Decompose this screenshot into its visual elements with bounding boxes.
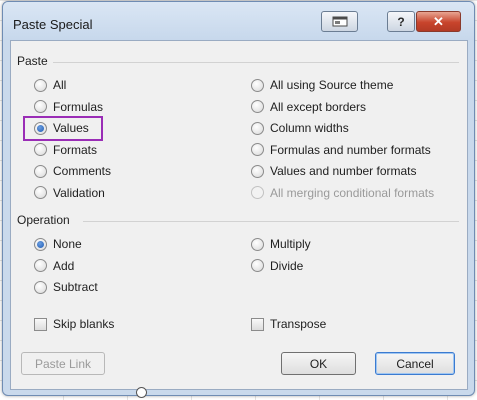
radio-button[interactable] bbox=[34, 78, 47, 92]
option-label: Subtract bbox=[53, 280, 98, 294]
option-label: All using Source theme bbox=[270, 78, 394, 92]
radio-button[interactable] bbox=[34, 259, 47, 272]
option-label: None bbox=[53, 237, 82, 251]
cancel-button[interactable]: Cancel bbox=[375, 352, 455, 375]
radio-button[interactable] bbox=[34, 237, 47, 251]
option-label: All bbox=[53, 78, 67, 92]
restore-button[interactable] bbox=[321, 11, 358, 32]
radio-button[interactable] bbox=[34, 280, 47, 294]
option-label: Formulas and number formats bbox=[270, 142, 431, 157]
paste-option-all-except-borders[interactable]: All except borders bbox=[251, 100, 366, 114]
skip-blanks-label: Skip blanks bbox=[53, 317, 115, 331]
checkbox-box[interactable] bbox=[34, 317, 47, 331]
paste-special-dialog: Paste Special ? ✕ Paste All Formulas Value… bbox=[2, 1, 475, 396]
resize-handle[interactable] bbox=[136, 387, 147, 398]
paste-option-column-widths[interactable]: Column widths bbox=[251, 121, 349, 135]
option-label: All merging conditional formats bbox=[270, 185, 435, 200]
paste-link-button[interactable]: Paste Link bbox=[21, 352, 105, 375]
paste-option-formulas[interactable]: Formulas bbox=[34, 100, 103, 114]
close-button[interactable]: ✕ bbox=[416, 11, 461, 32]
transpose-label: Transpose bbox=[270, 317, 327, 331]
values-highlight-box bbox=[23, 116, 103, 141]
radio-button[interactable] bbox=[34, 100, 47, 113]
operation-group-divider bbox=[83, 221, 459, 222]
option-label: Divide bbox=[270, 258, 304, 273]
radio-button[interactable] bbox=[251, 259, 264, 272]
operation-group-label: Operation bbox=[17, 213, 70, 227]
radio-button[interactable] bbox=[251, 164, 264, 178]
skip-blanks-checkbox[interactable]: Skip blanks bbox=[34, 317, 114, 331]
paste-group-label: Paste bbox=[17, 54, 48, 68]
operation-option-add[interactable]: Add bbox=[34, 259, 74, 273]
radio-button bbox=[251, 186, 264, 199]
radio-button[interactable] bbox=[251, 237, 264, 251]
operation-option-none[interactable]: None bbox=[34, 237, 82, 251]
paste-option-all-merging-conditional-formats: All merging conditional formats bbox=[251, 186, 434, 200]
operation-option-divide[interactable]: Divide bbox=[251, 259, 303, 273]
radio-button[interactable] bbox=[251, 78, 264, 92]
radio-button[interactable] bbox=[251, 121, 264, 135]
paste-option-all-using-source-theme[interactable]: All using Source theme bbox=[251, 78, 393, 92]
option-label: Multiply bbox=[270, 237, 311, 251]
radio-button[interactable] bbox=[34, 143, 47, 156]
paste-option-comments[interactable]: Comments bbox=[34, 164, 111, 178]
paste-option-formulas-and-number-formats[interactable]: Formulas and number formats bbox=[251, 143, 431, 157]
option-label: Formulas bbox=[53, 99, 104, 114]
help-button[interactable]: ? bbox=[387, 11, 415, 32]
paste-option-formats[interactable]: Formats bbox=[34, 143, 97, 157]
option-label: Add bbox=[53, 258, 75, 273]
paste-option-validation[interactable]: Validation bbox=[34, 186, 105, 200]
window-icon bbox=[332, 16, 347, 27]
transpose-checkbox[interactable]: Transpose bbox=[251, 317, 326, 331]
operation-option-subtract[interactable]: Subtract bbox=[34, 280, 98, 294]
radio-button[interactable] bbox=[34, 164, 47, 178]
title-bar[interactable]: Paste Special ? ✕ bbox=[3, 2, 474, 40]
option-label: Values and number formats bbox=[270, 164, 417, 178]
radio-button[interactable] bbox=[34, 186, 47, 199]
paste-option-all[interactable]: All bbox=[34, 78, 66, 92]
paste-option-values-and-number-formats[interactable]: Values and number formats bbox=[251, 164, 417, 178]
option-label: Comments bbox=[53, 164, 112, 178]
radio-button[interactable] bbox=[251, 143, 264, 156]
dialog-title: Paste Special bbox=[13, 17, 93, 32]
option-label: All except borders bbox=[270, 99, 367, 114]
checkbox-box[interactable] bbox=[251, 317, 264, 331]
option-label: Column widths bbox=[270, 121, 349, 135]
dialog-content: Paste All Formulas Values Formats Comments Va… bbox=[10, 40, 468, 390]
option-label: Formats bbox=[53, 142, 98, 157]
radio-button[interactable] bbox=[251, 100, 264, 113]
paste-group-divider bbox=[53, 62, 459, 63]
ok-button[interactable]: OK bbox=[281, 352, 356, 375]
operation-option-multiply[interactable]: Multiply bbox=[251, 237, 311, 251]
option-label: Validation bbox=[53, 185, 105, 200]
